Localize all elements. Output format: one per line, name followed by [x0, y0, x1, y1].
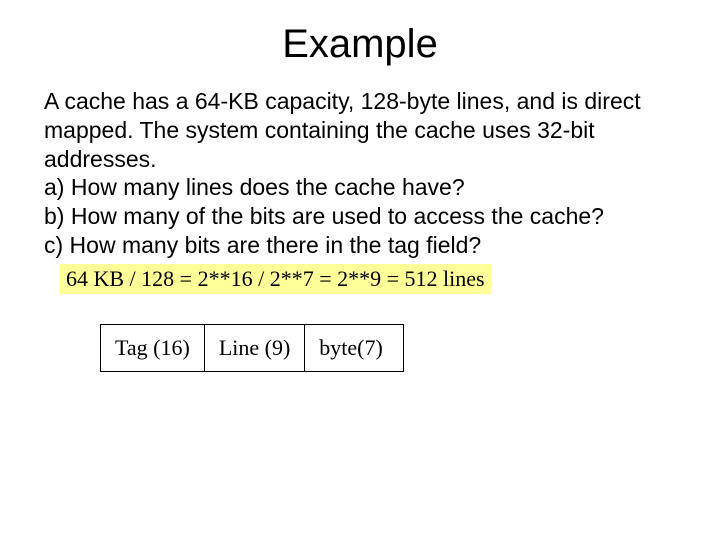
calculation-highlight: 64 KB / 128 = 2**16 / 2**7 = 2**9 = 512 … — [60, 264, 491, 294]
slide: Example A cache has a 64-KB capacity, 12… — [0, 0, 720, 540]
byte-field: byte(7) — [305, 324, 404, 372]
question-c: c) How many bits are there in the tag fi… — [44, 232, 481, 258]
page-title: Example — [0, 0, 720, 67]
question-b: b) How many of the bits are used to acce… — [44, 203, 604, 229]
problem-text: A cache has a 64-KB capacity, 128-byte l… — [0, 67, 720, 260]
line-field: Line (9) — [205, 324, 305, 372]
question-a: a) How many lines does the cache have? — [44, 174, 465, 200]
problem-intro: A cache has a 64-KB capacity, 128-byte l… — [44, 88, 641, 172]
tag-field: Tag (16) — [100, 324, 205, 372]
address-fields: Tag (16) Line (9) byte(7) — [100, 324, 720, 372]
